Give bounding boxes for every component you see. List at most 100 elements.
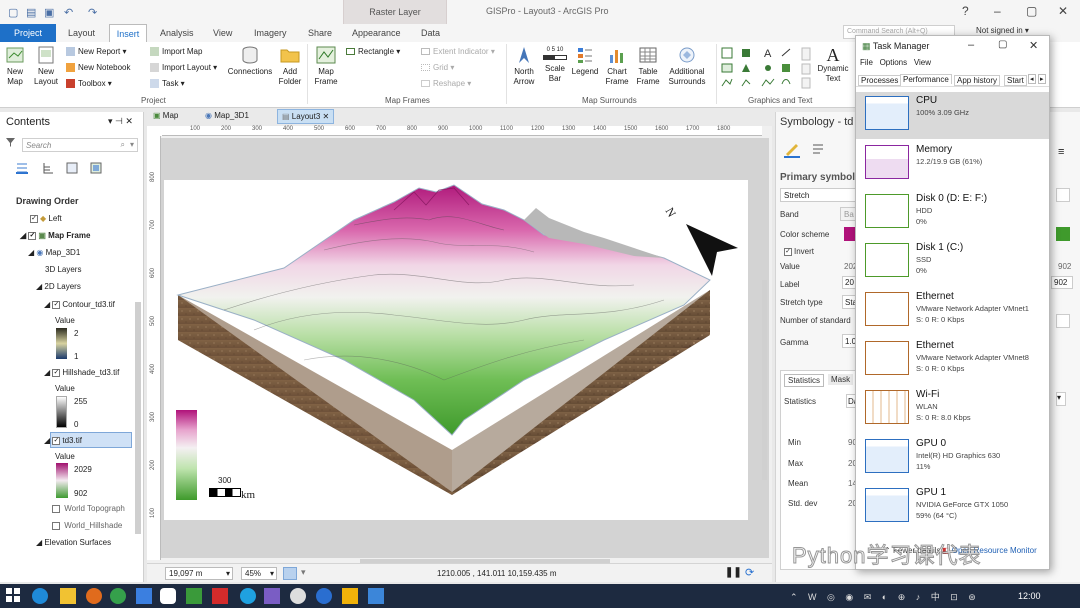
tm-tab-app-history[interactable]: App history (954, 75, 1001, 86)
legend-button[interactable]: Legend (570, 46, 600, 77)
filter-icon[interactable] (6, 138, 15, 147)
connections-button[interactable]: Connections (226, 46, 274, 77)
app-icon[interactable] (316, 588, 332, 604)
app-icon[interactable] (186, 588, 202, 604)
drawing-order-icon[interactable] (16, 162, 28, 174)
layout-scale-bar[interactable] (209, 488, 241, 497)
scale-dropdown[interactable]: 19,097 m ▾ (165, 567, 233, 580)
tm-tab-performance[interactable]: Performance (900, 74, 952, 84)
layer-map-frame[interactable]: ◢ ✓ ▣ Map Frame (20, 231, 90, 240)
tab-map-view[interactable]: ▣ Map (153, 111, 178, 120)
symbology-type-dropdown-arrow[interactable] (1056, 188, 1070, 202)
grid-button[interactable]: Grid ▾ (421, 63, 454, 72)
nav-dropdown-icon[interactable]: ▾ (301, 567, 311, 580)
maximize-button[interactable]: ▢ (1026, 4, 1037, 18)
primary-symbology-icon[interactable] (784, 142, 800, 158)
app-icon[interactable] (240, 588, 256, 604)
selection-icon[interactable] (66, 162, 78, 174)
new-map-button[interactable]: New Map (4, 46, 26, 87)
invert-checkbox[interactable]: ✓ Invert (784, 247, 814, 256)
data-source-icon[interactable] (42, 162, 54, 174)
checkbox[interactable]: ✓ (52, 368, 61, 377)
tm-tab-scroll-left[interactable]: ◂ (1028, 74, 1036, 84)
import-map-button[interactable]: Import Map (150, 47, 202, 57)
north-arrow-button[interactable]: North Arrow (510, 46, 538, 87)
tm-tab-scroll-right[interactable]: ▸ (1038, 74, 1046, 84)
arcgis-pro-icon[interactable] (264, 588, 280, 604)
layer-td3[interactable]: ◢ ✓ td3.tif (44, 436, 82, 445)
symbology-type-dropdown[interactable]: Stretch (780, 188, 858, 202)
tab-insert[interactable]: Insert (109, 24, 147, 42)
add-folder-button[interactable]: Add Folder (278, 46, 302, 87)
undo-icon[interactable]: ↶ (64, 6, 73, 19)
num-std-input[interactable] (1056, 314, 1070, 328)
layer-map-3d1[interactable]: ◢ ◉ Map_3D1 (28, 248, 80, 257)
graphics-gallery[interactable]: A (720, 46, 812, 92)
tm-item-memory[interactable]: Memory 12.2/19.9 GB (61%) (856, 141, 1049, 188)
layer-hillshade[interactable]: ◢ ✓ Hillshade_td3.tif (44, 368, 119, 377)
north-arrow-icon[interactable] (684, 222, 740, 278)
pause-drawing-icon[interactable]: ❚❚ (725, 567, 742, 578)
help-button[interactable]: ? (962, 4, 969, 18)
app-icon[interactable] (136, 588, 152, 604)
tm-menu-options[interactable]: Options (880, 58, 908, 67)
rectangle-button[interactable]: Rectangle ▾ (346, 47, 400, 56)
tab-statistics[interactable]: Statistics (784, 374, 825, 387)
tab-project[interactable]: Project (0, 24, 56, 42)
tm-menu-file[interactable]: File (860, 58, 873, 67)
task-button[interactable]: Task ▾ (150, 79, 185, 89)
layers-2d-heading[interactable]: ◢ 2D Layers (36, 282, 81, 291)
checkbox[interactable] (52, 504, 60, 513)
tm-item-gpu-1[interactable]: GPU 1 NVIDIA GeForce GTX 1050 59% (64 °C) (856, 484, 1049, 531)
tab-share[interactable]: Share (308, 28, 332, 38)
table-frame-button[interactable]: Table Frame (634, 46, 662, 87)
layer-world-hillshade[interactable]: World_Hillshade (52, 521, 122, 530)
additional-surrounds-button[interactable]: Additional Surrounds (664, 46, 710, 87)
zoom-dropdown[interactable]: 45% ▾ (241, 567, 277, 580)
checkbox[interactable]: ✓ (52, 436, 61, 445)
tab-map-3d1-view[interactable]: ◉ Map_3D1 (205, 111, 249, 120)
close-button[interactable]: ✕ (1058, 4, 1068, 18)
tm-minimize-button[interactable]: – (968, 39, 974, 51)
layer-left[interactable]: ✓ ◆ Left (30, 214, 62, 223)
map-frame-button[interactable]: Map Frame (312, 46, 340, 87)
layout-legend-ramp[interactable] (176, 410, 197, 500)
edge-icon[interactable] (32, 588, 48, 604)
tab-analysis[interactable]: Analysis (160, 28, 194, 38)
contents-search-input[interactable]: Search ⌕ ▾ (22, 138, 138, 152)
editing-icon[interactable] (90, 162, 102, 174)
pane-menu-icon[interactable]: ≡ (1058, 146, 1064, 158)
chrome-icon[interactable] (110, 588, 126, 604)
checkbox[interactable]: ✓ (52, 300, 61, 309)
tm-tab-processes[interactable]: Processes (858, 75, 902, 86)
layout-vertical-scrollbar[interactable] (762, 280, 767, 480)
fixed-zoom-icon[interactable] (283, 567, 297, 580)
tm-item-gpu-0[interactable]: GPU 0 Intel(R) HD Graphics 630 11% (856, 435, 1049, 482)
open-project-icon[interactable]: ▤ (26, 6, 36, 19)
reshape-button[interactable]: Reshape ▾ (421, 79, 471, 88)
windows-start-icon[interactable] (6, 588, 22, 604)
settings-icon[interactable] (290, 588, 306, 604)
statistics-dropdown-arrow[interactable]: ▾ (1056, 392, 1066, 406)
file-explorer-icon[interactable] (60, 588, 76, 604)
tm-tab-startup[interactable]: Start (1004, 75, 1027, 86)
tm-item-ethernet[interactable]: Ethernet VMware Network Adapter VMnet8 S: … (856, 337, 1049, 384)
system-tray-icons[interactable]: ⌃ W ◎ ◉ ✉ ◐ ⊕ ♪ 中 ⊡ ⊛ (790, 590, 980, 603)
redo-icon[interactable]: ↷ (88, 6, 97, 19)
tm-item-cpu[interactable]: CPU 100% 3.09 GHz (856, 92, 1049, 139)
layer-contour[interactable]: ◢ ✓ Contour_td3.tif (44, 300, 115, 309)
signin-status[interactable]: Not signed in ▾ (976, 26, 1029, 35)
new-notebook-button[interactable]: New Notebook (66, 63, 130, 73)
label-low-input[interactable]: 902 (1051, 276, 1073, 289)
tm-item-wi-fi[interactable]: Wi-Fi WLAN S: 0 R: 8.0 Kbps (856, 386, 1049, 433)
layer-world-topo[interactable]: World Topograph (52, 504, 125, 513)
tm-menu-view[interactable]: View (914, 58, 931, 67)
tab-imagery[interactable]: Imagery (254, 28, 287, 38)
tab-view[interactable]: View (213, 28, 232, 38)
new-layout-button[interactable]: New Layout (34, 46, 58, 87)
tab-mask[interactable]: Mask (828, 374, 854, 385)
tm-item-disk-0-d-e-f-[interactable]: Disk 0 (D: E: F:) HDD 0% (856, 190, 1049, 237)
dynamic-text-button[interactable]: A Dynamic Text (815, 46, 851, 84)
close-tab-icon[interactable]: ✕ (323, 112, 330, 121)
tab-layout3-view[interactable]: ▤ Layout3 ✕ (277, 109, 335, 124)
